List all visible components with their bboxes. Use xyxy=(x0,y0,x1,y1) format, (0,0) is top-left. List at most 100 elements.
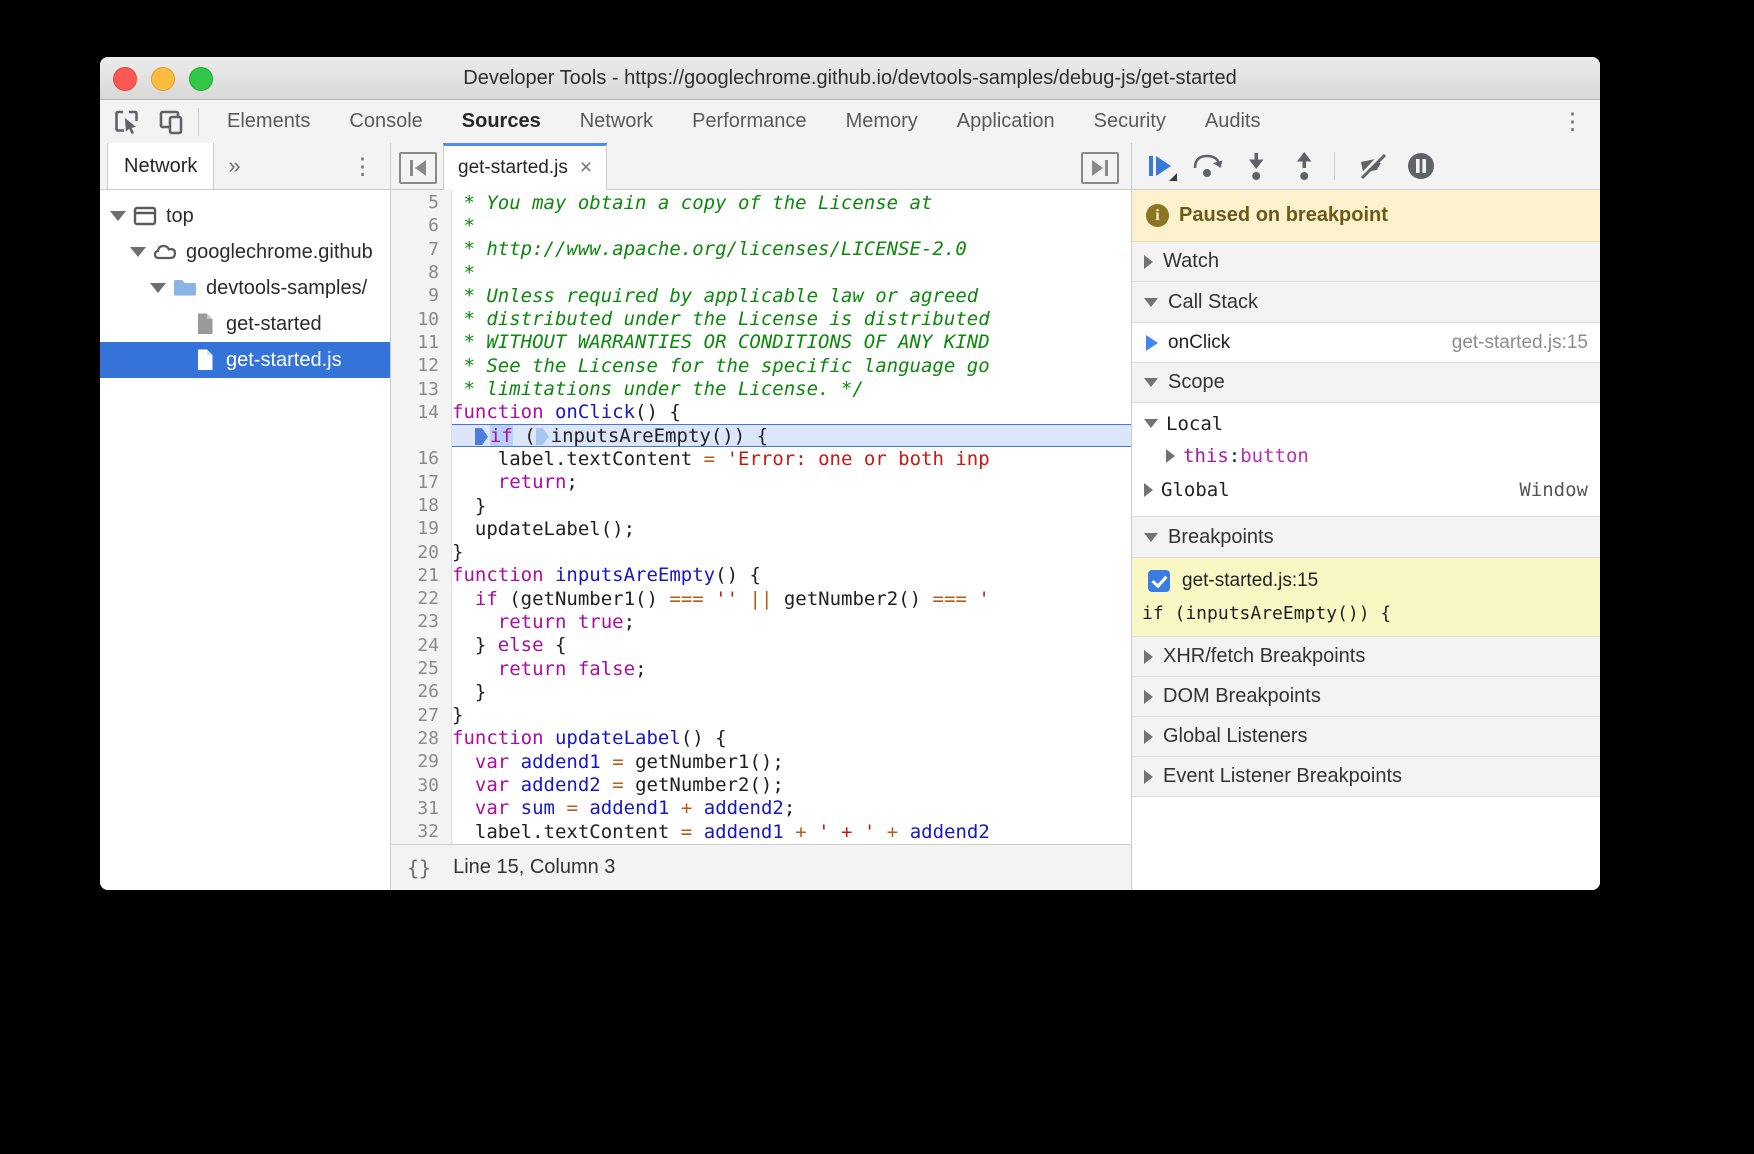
line-number[interactable]: 23 xyxy=(391,611,452,632)
minimize-window-button[interactable] xyxy=(151,67,175,91)
code-line-21[interactable]: 21function inputsAreEmpty() { xyxy=(391,564,1131,587)
code-line-12[interactable]: 12 * See the License for the specific la… xyxy=(391,354,1131,377)
deactivate-breakpoints-button[interactable] xyxy=(1353,149,1393,183)
tree-item-googlechrome-github[interactable]: googlechrome.github xyxy=(100,234,390,270)
pretty-print-icon[interactable]: {} xyxy=(407,856,431,880)
tab-performance[interactable]: Performance xyxy=(692,110,807,133)
line-number[interactable]: 19 xyxy=(391,518,452,539)
line-number[interactable]: 16 xyxy=(391,448,452,469)
breakpoint-checkbox-checked[interactable] xyxy=(1148,570,1170,592)
resume-script-button[interactable] xyxy=(1140,149,1180,183)
scope-global[interactable]: Global Window xyxy=(1132,472,1600,508)
code-line-23[interactable]: 23 return true; xyxy=(391,610,1131,633)
tab-memory[interactable]: Memory xyxy=(846,110,918,133)
line-number[interactable]: 21 xyxy=(391,565,452,586)
section-watch[interactable]: Watch xyxy=(1132,242,1600,282)
tree-item-devtools-samples-[interactable]: devtools-samples/ xyxy=(100,270,390,306)
step-out-button[interactable] xyxy=(1284,149,1324,183)
section-call-stack[interactable]: Call Stack xyxy=(1132,282,1600,323)
line-number[interactable]: 31 xyxy=(391,798,452,819)
code-line-20[interactable]: 20} xyxy=(391,540,1131,563)
code-line-26[interactable]: 26 } xyxy=(391,680,1131,703)
hide-navigator-icon[interactable] xyxy=(399,152,437,184)
line-number[interactable]: 13 xyxy=(391,379,452,400)
section-event-listener-breakpoints[interactable]: Event Listener Breakpoints xyxy=(1132,757,1600,797)
line-number[interactable]: 29 xyxy=(391,751,452,772)
code-line-27[interactable]: 27} xyxy=(391,704,1131,727)
close-window-button[interactable] xyxy=(113,67,137,91)
code-line-29[interactable]: 29 var addend1 = getNumber1(); xyxy=(391,750,1131,773)
section-global-listeners[interactable]: Global Listeners xyxy=(1132,717,1600,757)
line-number[interactable]: 24 xyxy=(391,635,452,656)
tab-network-sources[interactable]: Network xyxy=(107,143,214,189)
tree-item-get-started[interactable]: get-started xyxy=(100,306,390,342)
line-number[interactable]: 14 xyxy=(391,402,452,423)
line-number[interactable]: 7 xyxy=(391,239,452,260)
code-line-22[interactable]: 22 if (getNumber1() === '' || getNumber2… xyxy=(391,587,1131,610)
tree-item-top[interactable]: top xyxy=(100,198,390,234)
line-number[interactable]: 11 xyxy=(391,332,452,353)
step-over-button[interactable] xyxy=(1188,149,1228,183)
hide-debugger-icon[interactable] xyxy=(1081,152,1119,184)
tab-audits[interactable]: Audits xyxy=(1205,110,1261,133)
code-line-15[interactable]: 15 if (inputsAreEmpty()) { xyxy=(391,424,1131,447)
zoom-window-button[interactable] xyxy=(189,67,213,91)
line-number[interactable]: 5 xyxy=(391,192,452,213)
code-line-25[interactable]: 25 return false; xyxy=(391,657,1131,680)
section-dom-breakpoints[interactable]: DOM Breakpoints xyxy=(1132,677,1600,717)
line-number[interactable]: 17 xyxy=(391,472,452,493)
code-line-10[interactable]: 10 * distributed under the License is di… xyxy=(391,307,1131,330)
tab-elements[interactable]: Elements xyxy=(227,110,310,133)
line-number[interactable]: 27 xyxy=(391,705,452,726)
code-line-28[interactable]: 28function updateLabel() { xyxy=(391,727,1131,750)
line-number[interactable]: 8 xyxy=(391,262,452,283)
tab-console[interactable]: Console xyxy=(349,110,422,133)
navigator-menu-icon[interactable]: ⋮ xyxy=(351,143,374,189)
pause-on-exceptions-button[interactable] xyxy=(1401,149,1441,183)
code-line-24[interactable]: 24 } else { xyxy=(391,634,1131,657)
line-number[interactable]: 32 xyxy=(391,821,452,842)
step-into-button[interactable] xyxy=(1236,149,1276,183)
code-area[interactable]: 5 * You may obtain a copy of the License… xyxy=(391,189,1131,845)
code-line-19[interactable]: 19 updateLabel(); xyxy=(391,517,1131,540)
line-number[interactable]: 9 xyxy=(391,285,452,306)
code-line-13[interactable]: 13 * limitations under the License. */ xyxy=(391,377,1131,400)
code-line-17[interactable]: 17 return; xyxy=(391,471,1131,494)
tab-application[interactable]: Application xyxy=(957,110,1055,133)
line-number[interactable]: 12 xyxy=(391,355,452,376)
more-tabs-icon[interactable]: » xyxy=(214,143,254,189)
step-position-marker-secondary-icon[interactable] xyxy=(536,428,549,445)
code-line-16[interactable]: 16 label.textContent = 'Error: one or bo… xyxy=(391,447,1131,470)
editor-tab-get-started-js[interactable]: get-started.js × xyxy=(443,143,607,190)
chevron-down-icon[interactable] xyxy=(150,283,166,293)
scope-this[interactable]: this: button xyxy=(1132,440,1600,472)
code-line-5[interactable]: 5 * You may obtain a copy of the License… xyxy=(391,191,1131,214)
tab-sources[interactable]: Sources xyxy=(462,110,541,133)
callstack-frame-onclick[interactable]: onClick get-started.js:15 xyxy=(1132,323,1600,363)
line-number[interactable]: 18 xyxy=(391,495,452,516)
code-line-7[interactable]: 7 * http://www.apache.org/licenses/LICEN… xyxy=(391,238,1131,261)
inspect-element-icon[interactable] xyxy=(110,107,144,137)
line-number[interactable]: 10 xyxy=(391,309,452,330)
scope-local[interactable]: Local xyxy=(1132,407,1600,440)
section-breakpoints[interactable]: Breakpoints xyxy=(1132,517,1600,558)
tab-network[interactable]: Network xyxy=(580,110,653,133)
device-toolbar-icon[interactable] xyxy=(154,107,188,137)
devtools-menu-icon[interactable]: ⋮ xyxy=(1561,110,1584,133)
code-line-9[interactable]: 9 * Unless required by applicable law or… xyxy=(391,284,1131,307)
code-line-32[interactable]: 32 label.textContent = addend1 + ' + ' +… xyxy=(391,820,1131,843)
code-line-6[interactable]: 6 * xyxy=(391,214,1131,237)
line-number[interactable]: 30 xyxy=(391,775,452,796)
code-line-18[interactable]: 18 } xyxy=(391,494,1131,517)
chevron-down-icon[interactable] xyxy=(110,211,126,221)
line-number[interactable]: 6 xyxy=(391,215,452,236)
code-line-31[interactable]: 31 var sum = addend1 + addend2; xyxy=(391,797,1131,820)
line-number[interactable]: 22 xyxy=(391,588,452,609)
section-scope[interactable]: Scope xyxy=(1132,363,1600,403)
line-number[interactable]: 20 xyxy=(391,542,452,563)
breakpoint-entry[interactable]: get-started.js:15 if (inputsAreEmpty()) … xyxy=(1132,558,1600,637)
step-position-marker-icon[interactable] xyxy=(475,428,488,445)
line-number[interactable]: 26 xyxy=(391,681,452,702)
tree-item-get-started-js[interactable]: get-started.js xyxy=(100,342,390,378)
line-number[interactable]: 25 xyxy=(391,658,452,679)
